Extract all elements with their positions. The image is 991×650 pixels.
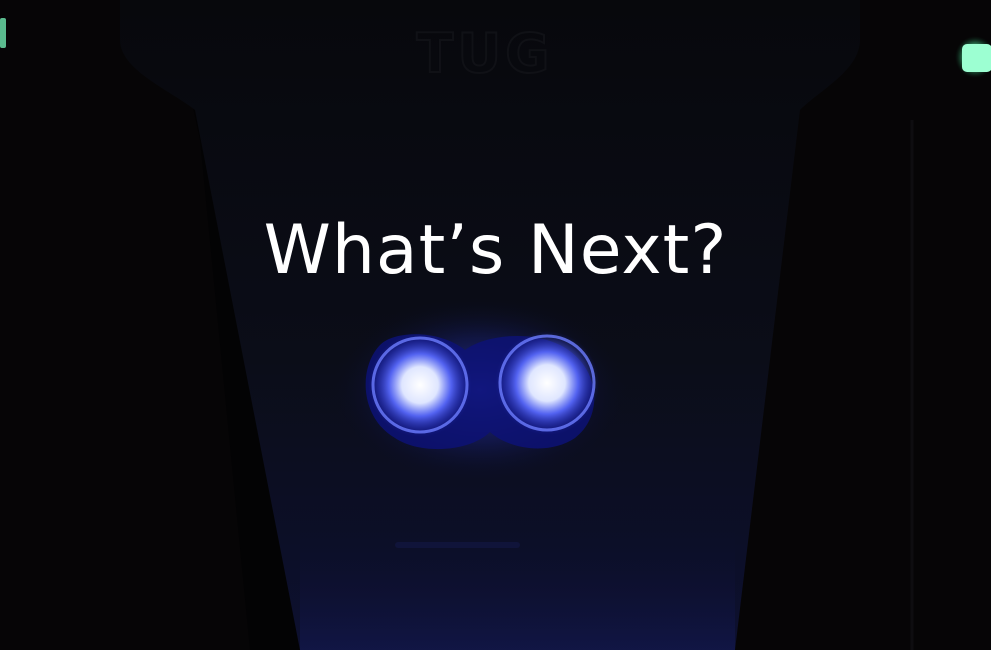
headline-text: What’s Next? <box>263 211 728 290</box>
headlight-right-icon <box>495 331 599 435</box>
robot-photo: TUG <box>0 0 991 650</box>
robot-logo: TUG <box>416 22 553 85</box>
photo-scene: TUG What’s Next? <box>0 0 991 650</box>
headlight-left-icon <box>368 333 472 437</box>
